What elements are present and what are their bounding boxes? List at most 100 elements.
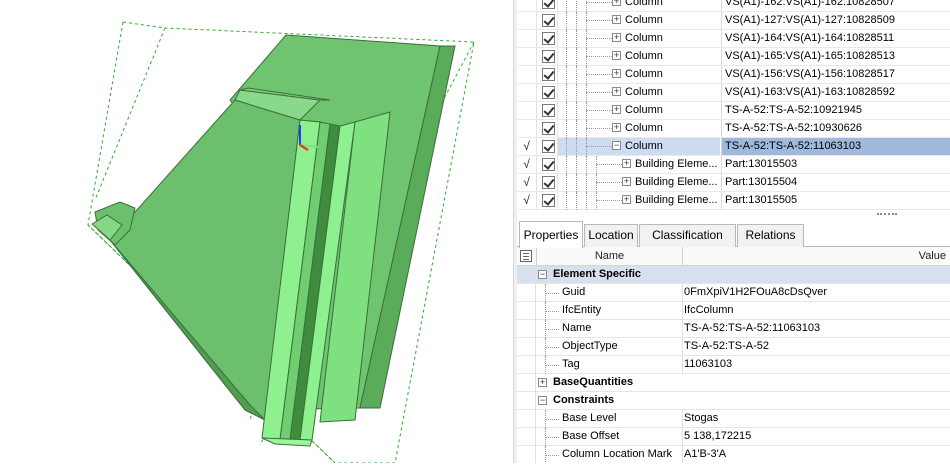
- tree-row[interactable]: + Column VS(A1)-164:VS(A1)-164:10828511: [517, 30, 950, 48]
- tree-row[interactable]: + Column TS-A-52:TS-A-52:10930626: [517, 120, 950, 138]
- tree-node-value: TS-A-52:TS-A-52:10921945: [721, 102, 950, 119]
- property-row[interactable]: Tag 11063103: [517, 356, 950, 374]
- minus-box-icon[interactable]: −: [538, 396, 547, 405]
- column-header-value[interactable]: Value: [919, 247, 946, 266]
- visibility-mark[interactable]: [517, 102, 537, 119]
- model-tree[interactable]: + Column VS(A1)-162:VS(A1)-162:10828507 + Co…: [517, 0, 950, 216]
- plus-box-icon[interactable]: +: [538, 378, 547, 387]
- tree-row[interactable]: + Column VS(A1)-127:VS(A1)-127:10828509: [517, 12, 950, 30]
- plus-box-icon[interactable]: +: [612, 0, 621, 6]
- property-value: Stogas: [684, 412, 719, 424]
- tree-node[interactable]: + Column: [557, 48, 720, 66]
- plus-box-icon[interactable]: +: [612, 123, 621, 132]
- tree-row[interactable]: √ + Building Eleme... Part:13015504: [517, 174, 950, 192]
- property-row[interactable]: ObjectType TS-A-52:TS-A-52: [517, 338, 950, 356]
- tree-row[interactable]: √ + Building Eleme... Part:13015503: [517, 156, 950, 174]
- tree-row[interactable]: + Column VS(A1)-162:VS(A1)-162:10828507: [517, 0, 950, 12]
- property-grid-icon[interactable]: [520, 250, 532, 262]
- resize-grip[interactable]: [877, 213, 897, 217]
- tree-node[interactable]: + Building Eleme...: [557, 156, 720, 174]
- tree-row[interactable]: + Column VS(A1)-165:VS(A1)-165:10828513: [517, 48, 950, 66]
- tree-node[interactable]: + Column: [557, 84, 720, 102]
- minus-box-icon[interactable]: −: [612, 141, 621, 150]
- tab-classification[interactable]: Classification: [639, 224, 736, 247]
- property-value: IfcColumn: [684, 304, 734, 316]
- checkbox-checked-icon[interactable]: [542, 68, 555, 81]
- tree-node-label: Column: [625, 68, 663, 80]
- property-category-label: Constraints: [553, 394, 615, 406]
- tree-row[interactable]: √ + Building Eleme... Part:13015505: [517, 192, 950, 210]
- tree-node[interactable]: + Column: [557, 66, 720, 84]
- visibility-mark[interactable]: [517, 48, 537, 65]
- checkbox-checked-icon[interactable]: [542, 14, 555, 27]
- property-name: Tag: [562, 358, 580, 370]
- tree-node[interactable]: + Column: [557, 30, 720, 48]
- tree-node-label: Column: [625, 32, 663, 44]
- property-value: 11063103: [684, 358, 733, 370]
- tree-node[interactable]: + Building Eleme...: [557, 192, 720, 210]
- visibility-mark[interactable]: √: [517, 174, 537, 191]
- tree-row[interactable]: √ − Column TS-A-52:TS-A-52:11063103: [517, 138, 950, 156]
- plus-box-icon[interactable]: +: [622, 159, 631, 168]
- property-grid-header: Name Value: [517, 247, 950, 266]
- property-row[interactable]: Guid 0FmXpiV1H2FOuA8cDsQver: [517, 284, 950, 302]
- checkbox-checked-icon[interactable]: [542, 32, 555, 45]
- checkbox-checked-icon[interactable]: [542, 86, 555, 99]
- tree-row[interactable]: + Column TS-A-52:TS-A-52:10921945: [517, 102, 950, 120]
- tree-node-value: VS(A1)-164:VS(A1)-164:10828511: [721, 30, 950, 47]
- checkbox-checked-icon[interactable]: [542, 140, 555, 153]
- column-header-name[interactable]: Name: [536, 247, 683, 266]
- minus-box-icon[interactable]: −: [538, 270, 547, 279]
- property-row[interactable]: Base Offset 5 138,172215: [517, 428, 950, 446]
- property-category[interactable]: − Constraints: [517, 392, 950, 410]
- tab-properties[interactable]: Properties: [519, 221, 583, 248]
- property-value: 0FmXpiV1H2FOuA8cDsQver: [684, 286, 828, 298]
- visibility-mark[interactable]: [517, 120, 537, 137]
- tab-relations[interactable]: Relations: [737, 224, 804, 247]
- tab-location[interactable]: Location: [584, 224, 638, 247]
- model-view[interactable]: [0, 0, 513, 464]
- tree-node-value: TS-A-52:TS-A-52:11063103: [721, 138, 950, 155]
- tree-node-value: TS-A-52:TS-A-52:10930626: [721, 120, 950, 137]
- visibility-mark[interactable]: [517, 0, 537, 11]
- checkbox-checked-icon[interactable]: [542, 122, 555, 135]
- visibility-mark[interactable]: √: [517, 138, 537, 155]
- visibility-mark[interactable]: √: [517, 156, 537, 173]
- property-row[interactable]: Name TS-A-52:TS-A-52:11063103: [517, 320, 950, 338]
- tree-node[interactable]: + Column: [557, 102, 720, 120]
- visibility-mark[interactable]: √: [517, 192, 537, 209]
- checkbox-checked-icon[interactable]: [542, 158, 555, 171]
- property-row[interactable]: Base Level Stogas: [517, 410, 950, 428]
- checkbox-checked-icon[interactable]: [542, 104, 555, 117]
- property-name: Base Offset: [562, 430, 620, 442]
- tree-node[interactable]: + Column: [557, 120, 720, 138]
- property-row[interactable]: IfcEntity IfcColumn: [517, 302, 950, 320]
- plus-box-icon[interactable]: +: [612, 87, 621, 96]
- tree-node[interactable]: − Column: [557, 138, 720, 156]
- tree-node[interactable]: + Building Eleme...: [557, 174, 720, 192]
- property-category[interactable]: − Element Specific: [517, 266, 950, 284]
- visibility-mark[interactable]: [517, 30, 537, 47]
- tree-row[interactable]: + Column VS(A1)-156:VS(A1)-156:10828517: [517, 66, 950, 84]
- checkbox-checked-icon[interactable]: [542, 194, 555, 207]
- plus-box-icon[interactable]: +: [612, 69, 621, 78]
- visibility-mark[interactable]: [517, 12, 537, 29]
- 3d-viewport[interactable]: [0, 0, 513, 464]
- tree-node-label: Building Eleme...: [635, 194, 718, 206]
- tree-node[interactable]: + Column: [557, 12, 720, 30]
- visibility-mark[interactable]: [517, 84, 537, 101]
- checkbox-checked-icon[interactable]: [542, 50, 555, 63]
- property-category[interactable]: + BaseQuantities: [517, 374, 950, 392]
- property-row[interactable]: Column Location Mark A1'B-3'A: [517, 446, 950, 463]
- tree-row[interactable]: + Column VS(A1)-163:VS(A1)-163:10828592: [517, 84, 950, 102]
- plus-box-icon[interactable]: +: [622, 195, 631, 204]
- plus-box-icon[interactable]: +: [612, 15, 621, 24]
- plus-box-icon[interactable]: +: [622, 177, 631, 186]
- checkbox-checked-icon[interactable]: [542, 0, 555, 9]
- tree-node[interactable]: + Column: [557, 0, 720, 12]
- plus-box-icon[interactable]: +: [612, 51, 621, 60]
- visibility-mark[interactable]: [517, 66, 537, 83]
- plus-box-icon[interactable]: +: [612, 105, 621, 114]
- checkbox-checked-icon[interactable]: [542, 176, 555, 189]
- plus-box-icon[interactable]: +: [612, 33, 621, 42]
